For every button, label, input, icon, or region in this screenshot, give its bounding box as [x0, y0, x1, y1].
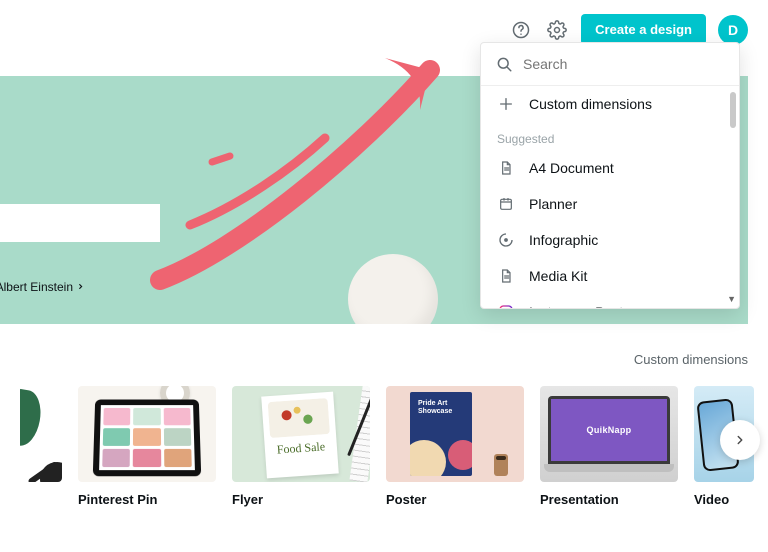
template-gallery: Pinterest Pin Food Sale Flyer Pride Art … [0, 386, 768, 507]
calendar-icon [497, 195, 515, 213]
template-card-partial[interactable] [20, 386, 62, 482]
avatar[interactable]: D [718, 15, 748, 45]
instagram-icon [497, 303, 515, 308]
search-icon [495, 55, 513, 73]
template-thumb [20, 386, 62, 482]
scrollbar-thumb[interactable] [730, 92, 736, 128]
template-card-flyer[interactable]: Food Sale Flyer [232, 386, 370, 507]
suggestion-instagram-post[interactable]: Instagram Post [481, 294, 739, 308]
top-bar: Create a design D [509, 14, 748, 45]
custom-dimensions-item[interactable]: Custom dimensions [481, 86, 739, 122]
suggestion-label: A4 Document [529, 160, 614, 176]
template-label: Presentation [540, 492, 678, 507]
suggestion-label: Instagram Post [529, 304, 623, 308]
template-label: Poster [386, 492, 524, 507]
suggestion-infographic[interactable]: Infographic [481, 222, 739, 258]
gear-icon[interactable] [545, 18, 569, 42]
template-label: Video [694, 492, 754, 507]
scrollbar-down-icon[interactable]: ▼ [727, 294, 736, 304]
suggestion-media-kit[interactable]: Media Kit [481, 258, 739, 294]
help-icon[interactable] [509, 18, 533, 42]
dropdown-body: Custom dimensions Suggested A4 Document … [481, 86, 739, 308]
create-design-dropdown: Custom dimensions Suggested A4 Document … [480, 42, 740, 309]
template-thumb: Food Sale [232, 386, 370, 482]
template-thumb [78, 386, 216, 482]
create-design-button[interactable]: Create a design [581, 14, 706, 45]
suggestion-planner[interactable]: Planner [481, 186, 739, 222]
suggested-heading: Suggested [481, 122, 739, 150]
template-thumb: Pride Art Showcase [386, 386, 524, 482]
suggestion-a4-document[interactable]: A4 Document [481, 150, 739, 186]
custom-dimensions-link[interactable]: Custom dimensions [634, 352, 748, 367]
dropdown-search-row [481, 43, 739, 86]
document-icon [497, 159, 515, 177]
chevron-right-icon[interactable] [76, 280, 85, 294]
suggestion-label: Infographic [529, 232, 598, 248]
hero-search-input[interactable] [0, 204, 160, 242]
template-label: Pinterest Pin [78, 492, 216, 507]
template-card-presentation[interactable]: QuikNapp Presentation [540, 386, 678, 507]
template-card-poster[interactable]: Pride Art Showcase Poster [386, 386, 524, 507]
template-label: Flyer [232, 492, 370, 507]
suggestion-label: Media Kit [529, 268, 587, 284]
hero-decor-flower [348, 254, 438, 324]
suggestion-label: Planner [529, 196, 577, 212]
hero-quote: nation." —Albert Einstein [0, 280, 85, 294]
hero-quote-text: nation." —Albert Einstein [0, 280, 73, 294]
document-icon [497, 267, 515, 285]
gallery-next-button[interactable] [720, 420, 760, 460]
plus-icon [497, 95, 515, 113]
gauge-icon [497, 231, 515, 249]
template-thumb: QuikNapp [540, 386, 678, 482]
custom-dimensions-label: Custom dimensions [529, 96, 652, 112]
template-card-pinterest[interactable]: Pinterest Pin [78, 386, 216, 507]
dropdown-search-input[interactable] [523, 56, 725, 72]
